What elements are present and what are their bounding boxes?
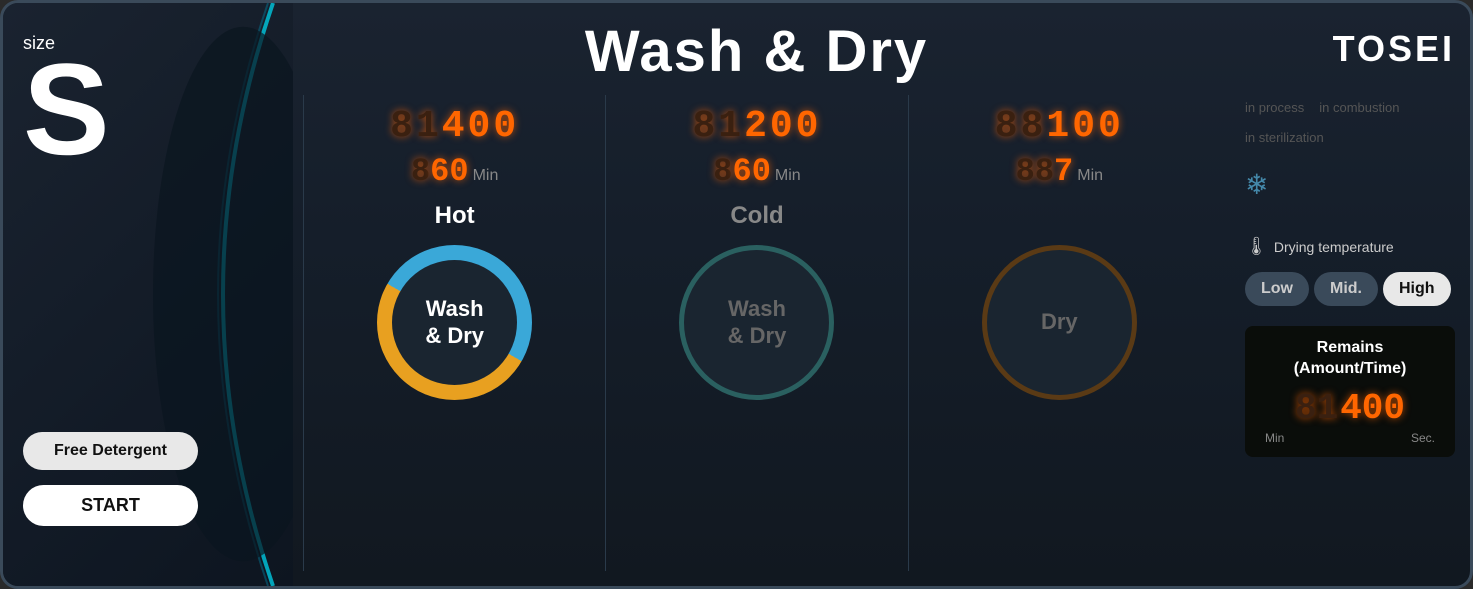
timer-row-cold: 860 Min [713,153,800,190]
remains-min-label: Min [1265,431,1284,445]
status-in-sterilization: in sterilization [1245,130,1324,145]
circle-wash-dry-hot[interactable]: Wash& Dry [377,245,532,400]
left-panel: size S Free Detergent START [3,3,293,586]
page-title: Wash & Dry [303,18,1210,85]
timer-dim-dry: 88 [1016,153,1054,190]
temp-label-cold: Cold [730,202,783,230]
status-in-combustion: in combustion [1319,100,1399,115]
price-display-hot: 81400 [390,105,519,148]
timer-row-dry: 887 Min [1016,153,1103,190]
timer-dim-cold: 8 [713,153,732,190]
circle-inner-hot: Wash& Dry [392,260,517,385]
timer-bright-cold: 60 [733,153,771,190]
remains-title: Remains(Amount/Time) [1260,338,1440,380]
remains-sec-label: Sec. [1411,431,1435,445]
machine-panel: size S Free Detergent START Wash & Dry 8… [0,0,1473,589]
timer-bright-dry: 7 [1054,153,1073,190]
right-panel: TOSEI in process in combustion in steril… [1230,3,1470,586]
remains-bright: 400 [1340,388,1405,429]
price-bright-cold: 200 [744,105,821,148]
remains-box: Remains(Amount/Time) 81400 Min Sec. [1245,326,1455,457]
col-dry: 88100 887 Min — Dry [909,95,1210,571]
price-display-dry: 88100 [995,105,1124,148]
status-row: in process in combustion [1245,100,1399,115]
price-display-cold: 81200 [692,105,821,148]
price-bright-dry: 100 [1046,105,1123,148]
timer-dim-hot: 8 [411,153,430,190]
remains-dim: 81 [1295,388,1338,429]
price-dim-dry: 88 [995,105,1047,148]
col-hot: 81400 860 Min Hot Wash& Dry [303,95,606,571]
price-dim-cold: 81 [692,105,744,148]
main-content: Wash & Dry 81400 860 Min Hot Wash& Dry [293,3,1230,586]
circle-text-dry: Dry [1041,309,1078,335]
temp-label-dry: — [1047,202,1071,230]
remains-display: 81400 [1260,388,1440,429]
columns-area: 81400 860 Min Hot Wash& Dry 81200 [303,95,1210,571]
status-in-process: in process [1245,100,1304,115]
timer-unit-dry: Min [1077,167,1103,185]
col-cold: 81200 860 Min Cold Wash& Dry [606,95,908,571]
temp-btn-mid[interactable]: Mid. [1314,272,1378,306]
temp-buttons: Low Mid. High [1245,272,1451,306]
timer-row-hot: 860 Min [411,153,498,190]
remains-labels: Min Sec. [1260,431,1440,445]
size-value: S [23,44,110,174]
drying-temp-text: Drying temperature [1274,239,1394,255]
temp-btn-low[interactable]: Low [1245,272,1309,306]
circle-dry[interactable]: Dry [982,245,1137,400]
start-button[interactable]: START [23,485,198,526]
thermometer-icon: 🌡 [1245,236,1268,257]
snowflake-icon: ❄ [1245,168,1268,201]
free-detergent-button[interactable]: Free Detergent [23,432,198,470]
drying-temp-label: 🌡 Drying temperature [1245,236,1394,257]
price-dim-hot: 81 [390,105,442,148]
circle-text-cold: Wash& Dry [728,296,787,349]
action-buttons: Free Detergent START [23,432,198,526]
timer-unit-cold: Min [775,167,801,185]
temp-btn-high[interactable]: High [1383,272,1451,306]
circle-wash-dry-cold[interactable]: Wash& Dry [679,245,834,400]
temp-label-hot: Hot [435,202,475,230]
brand-name: TOSEI [1333,28,1455,70]
timer-bright-hot: 60 [430,153,468,190]
timer-unit-hot: Min [473,167,499,185]
price-bright-hot: 400 [442,105,519,148]
circle-text-hot: Wash& Dry [425,296,484,349]
